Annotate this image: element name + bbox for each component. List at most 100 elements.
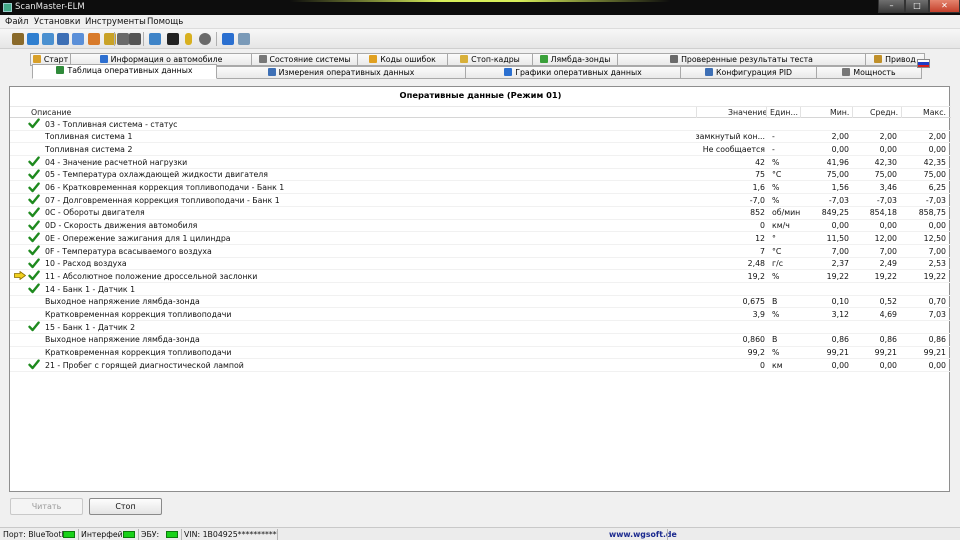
column-divider[interactable] [901,107,902,118]
column-divider[interactable] [800,107,801,118]
tire-icon[interactable] [199,33,211,45]
close-button[interactable]: ✕ [929,0,960,13]
stop-button[interactable]: Стоп [89,498,162,515]
cell-unit: В [772,335,778,345]
printer-icon[interactable] [129,33,141,45]
settings-icon[interactable] [117,33,129,45]
table-row[interactable]: 07 - Долговременная коррекция топливопод… [10,194,951,207]
checkmark-icon[interactable] [28,258,40,269]
cell-value: 0 [760,221,765,231]
checkmark-icon[interactable] [28,232,40,243]
table-row[interactable]: Топливная система 1 замкнутый кон... - 2,00… [10,131,951,144]
table-row[interactable]: 10 - Расход воздуха 2,48 г/с 2,37 2,49 2,53 [10,258,951,271]
checkmark-icon[interactable] [28,245,40,256]
tab-test[interactable]: Проверенные результаты теста [617,53,866,66]
terminal-icon[interactable] [167,33,179,45]
table-row[interactable]: 06 - Кратковременная коррекция топливопо… [10,181,951,195]
checkmark-icon[interactable] [28,321,40,332]
table-row[interactable]: 0F - Температура всасываемого воздуха 7 °C… [10,245,951,258]
column-header-description[interactable]: Описание [31,108,71,117]
maximize-button[interactable]: □ [905,0,929,13]
cell-min: -7,03 [828,195,849,205]
table-row[interactable]: Выходное напряжение лямбда-зонда 0,675 В 0,… [10,296,951,309]
cell-max: 42,35 [923,157,946,167]
table-row[interactable]: 11 - Абсолютное положение дроссельной за… [10,270,951,284]
minimize-button[interactable]: – [878,0,905,13]
grid-header: Описание Значение Един... Мин. Средн. Ма… [10,106,951,118]
cell-desc: 05 - Температура охлаждающей жидкости дв… [45,170,268,180]
checkmark-icon[interactable] [28,207,40,218]
checkmark-icon[interactable] [28,156,40,167]
tab-sensor[interactable]: Лямбда-зонды [532,53,618,66]
tab-snapshot[interactable]: Стоп-кадры [447,53,533,66]
table-row[interactable]: Выходное напряжение лямбда-зонда 0,860 В 0,… [10,334,951,347]
tab-warning[interactable]: Коды ошибок [357,53,448,66]
column-header-min[interactable]: Мин. [830,108,849,117]
app-window: ScanMaster-ELM – □ ✕ Файл Установки Инст… [0,0,960,540]
column-header-max[interactable]: Макс. [923,108,946,117]
chat-icon[interactable] [149,33,161,45]
home-icon [32,55,41,63]
tab-gauge[interactable]: Измерения оперативных данных [216,66,466,79]
checkmark-icon[interactable] [28,283,40,294]
read-button[interactable]: Читать [10,498,83,515]
menu-file[interactable]: Файл [5,17,28,27]
checkmark-icon[interactable] [28,194,40,205]
power-icon [842,68,851,76]
battery-icon[interactable] [185,33,192,45]
cell-value: -7,0 [749,195,765,205]
status-divider [277,529,278,540]
table-row[interactable]: 0D - Скорость движения автомобиля 0 км/ч 0,… [10,219,951,233]
tab-power[interactable]: Мощность [816,66,922,79]
connect-icon[interactable] [12,33,24,45]
checkmark-icon[interactable] [28,219,40,231]
table-row[interactable]: 14 - Банк 1 - Датчик 1 [10,283,951,296]
table-row[interactable]: 04 - Значение расчетной нагрузки 42% 41,96… [10,156,951,169]
column-divider[interactable] [852,107,853,118]
tab-config[interactable]: Конфигурация PID [680,66,817,79]
table-icon[interactable] [57,33,69,45]
title-bar[interactable]: ScanMaster-ELM – □ ✕ [0,0,960,15]
tab-label: Старт [43,55,69,64]
cell-unit: В [772,297,778,307]
menu-help[interactable]: Помощь [147,17,183,27]
cell-unit: °C [772,246,782,256]
tab-system[interactable]: Состояние системы [251,53,358,66]
cell-avg: 0,86 [879,335,897,345]
table-row[interactable]: Кратковременная коррекция топливоподачи 3… [10,309,951,322]
checkmark-icon[interactable] [28,169,40,180]
checkmark-icon[interactable] [28,118,40,129]
table-row[interactable]: 0C - Обороты двигателя 852 об/мин 849,25 854… [10,207,951,220]
column-divider[interactable] [766,107,767,118]
table-row[interactable]: 21 - Пробег с горящей диагностической ла… [10,359,951,372]
checkmark-icon[interactable] [28,270,40,281]
table-row[interactable]: Кратковременная коррекция топливоподачи 9… [10,347,951,360]
grid-icon[interactable] [72,33,84,45]
table-row[interactable]: 03 - Топливная система - статус [10,118,951,131]
language-flag-icon[interactable] [917,59,930,68]
table-row[interactable]: 05 - Температура охлаждающей жидкости дв… [10,169,951,182]
selected-row-arrow-icon [14,271,27,281]
tab-table-active[interactable]: Таблица оперативных данных [32,64,217,79]
menu-settings[interactable]: Установки [34,17,80,27]
column-divider[interactable] [696,107,697,118]
chart-icon[interactable] [88,33,100,45]
table-row[interactable]: 0E - Опережение зажигания для 1 цилиндра… [10,232,951,245]
info-icon[interactable] [222,33,234,45]
ecu-led-icon [166,531,178,538]
tab-drive[interactable]: Привод [865,53,925,66]
checkmark-icon[interactable] [28,359,40,370]
dashboard-icon[interactable] [42,33,54,45]
document-icon[interactable] [238,33,250,45]
info-icon [99,55,108,63]
tab-graph[interactable]: Графики оперативных данных [465,66,681,79]
column-header-value[interactable]: Значение [728,108,767,117]
table-row[interactable]: Топливная система 2 Не сообщается - 0,00 0,0… [10,143,951,157]
column-header-unit[interactable]: Един... [770,108,798,117]
globe-icon[interactable] [27,33,39,45]
column-header-avg[interactable]: Средн. [870,108,898,117]
cell-unit: % [772,183,780,192]
menu-tools[interactable]: Инструменты [85,17,146,27]
table-row[interactable]: 15 - Банк 1 - Датчик 2 [10,321,951,334]
checkmark-icon[interactable] [28,181,40,193]
